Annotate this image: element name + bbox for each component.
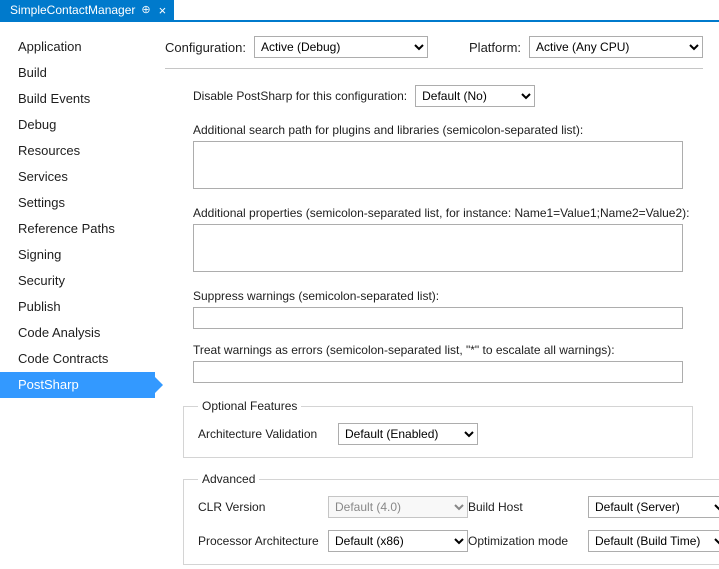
pin-icon[interactable]: ⊕ <box>141 3 150 16</box>
sidebar-item-label: Build <box>18 65 47 80</box>
sidebar-item-postsharp[interactable]: PostSharp <box>0 372 155 398</box>
treat-as-errors-label: Treat warnings as errors (semicolon-sepa… <box>193 343 703 357</box>
sidebar-item-label: Signing <box>18 247 61 262</box>
sidebar: Application Build Build Events Debug Res… <box>0 22 155 569</box>
close-icon[interactable]: × <box>157 3 169 18</box>
main-panel: Configuration: Active (Debug) Platform: … <box>155 22 719 569</box>
build-host-select[interactable]: Default (Server) <box>588 496 719 518</box>
sidebar-item-build[interactable]: Build <box>0 60 155 86</box>
architecture-validation-select[interactable]: Default (Enabled) <box>338 423 478 445</box>
sidebar-item-application[interactable]: Application <box>0 34 155 60</box>
sidebar-item-label: Debug <box>18 117 56 132</box>
platform-label: Platform: <box>469 40 521 55</box>
architecture-validation-label: Architecture Validation <box>198 427 338 441</box>
disable-postsharp-select[interactable]: Default (No) <box>415 85 535 107</box>
additional-properties-input[interactable] <box>193 224 683 272</box>
treat-as-errors-input[interactable] <box>193 361 683 383</box>
sidebar-item-code-analysis[interactable]: Code Analysis <box>0 320 155 346</box>
sidebar-item-label: Resources <box>18 143 80 158</box>
sidebar-item-resources[interactable]: Resources <box>0 138 155 164</box>
disable-postsharp-label: Disable PostSharp for this configuration… <box>193 89 407 103</box>
sidebar-item-label: Build Events <box>18 91 90 106</box>
sidebar-item-reference-paths[interactable]: Reference Paths <box>0 216 155 242</box>
optimization-mode-label: Optimization mode <box>468 534 588 548</box>
sidebar-item-label: Reference Paths <box>18 221 115 236</box>
configuration-select[interactable]: Active (Debug) <box>254 36 428 58</box>
suppress-warnings-input[interactable] <box>193 307 683 329</box>
document-tab[interactable]: SimpleContactManager ⊕ × <box>0 0 174 20</box>
sidebar-item-signing[interactable]: Signing <box>0 242 155 268</box>
platform-select[interactable]: Active (Any CPU) <box>529 36 703 58</box>
config-platform-row: Configuration: Active (Debug) Platform: … <box>165 36 703 68</box>
search-path-input[interactable] <box>193 141 683 189</box>
optional-features-legend: Optional Features <box>198 399 301 413</box>
sidebar-item-label: Code Contracts <box>18 351 108 366</box>
sidebar-item-label: Code Analysis <box>18 325 100 340</box>
suppress-warnings-label: Suppress warnings (semicolon-separated l… <box>193 289 703 303</box>
sidebar-item-security[interactable]: Security <box>0 268 155 294</box>
sidebar-item-code-contracts[interactable]: Code Contracts <box>0 346 155 372</box>
sidebar-item-label: Application <box>18 39 82 54</box>
tab-title: SimpleContactManager <box>10 3 135 17</box>
optional-features-group: Optional Features Architecture Validatio… <box>183 399 693 458</box>
tab-strip: SimpleContactManager ⊕ × <box>0 0 719 22</box>
search-path-label: Additional search path for plugins and l… <box>193 123 703 137</box>
sidebar-item-settings[interactable]: Settings <box>0 190 155 216</box>
sidebar-item-debug[interactable]: Debug <box>0 112 155 138</box>
sidebar-item-label: PostSharp <box>18 377 79 392</box>
processor-architecture-label: Processor Architecture <box>198 534 328 548</box>
additional-properties-label: Additional properties (semicolon-separat… <box>193 206 703 220</box>
sidebar-item-label: Publish <box>18 299 61 314</box>
clr-version-select: Default (4.0) <box>328 496 468 518</box>
divider <box>165 68 703 69</box>
sidebar-item-publish[interactable]: Publish <box>0 294 155 320</box>
sidebar-item-build-events[interactable]: Build Events <box>0 86 155 112</box>
optimization-mode-select[interactable]: Default (Build Time) <box>588 530 719 552</box>
processor-architecture-select[interactable]: Default (x86) <box>328 530 468 552</box>
sidebar-item-label: Settings <box>18 195 65 210</box>
configuration-label: Configuration: <box>165 40 246 55</box>
advanced-group: Advanced CLR Version Default (4.0) Build… <box>183 472 719 565</box>
clr-version-label: CLR Version <box>198 500 328 514</box>
sidebar-item-label: Services <box>18 169 68 184</box>
sidebar-item-services[interactable]: Services <box>0 164 155 190</box>
build-host-label: Build Host <box>468 500 588 514</box>
sidebar-item-label: Security <box>18 273 65 288</box>
advanced-legend: Advanced <box>198 472 259 486</box>
